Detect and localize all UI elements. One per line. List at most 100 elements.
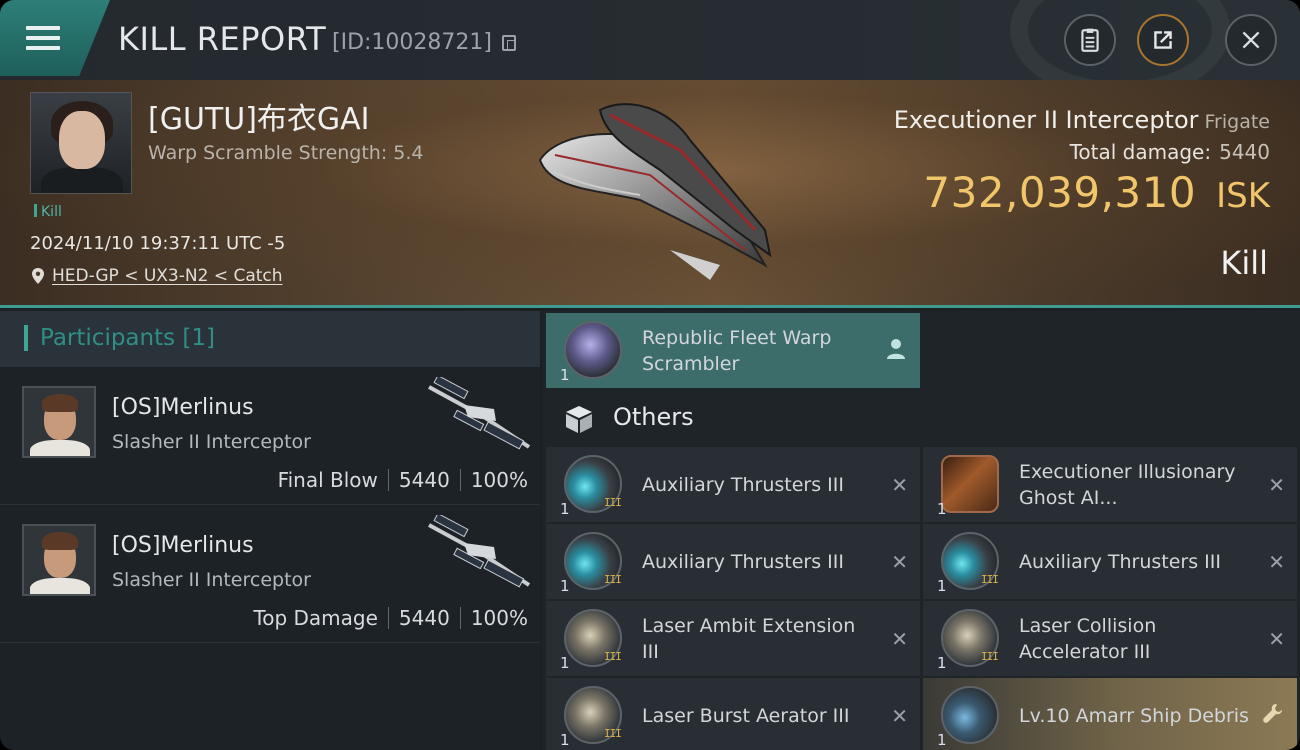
warp-scramble-strength: Warp Scramble Strength: 5.4 — [148, 142, 424, 164]
menu-button[interactable] — [0, 0, 110, 76]
warp-scrambler-icon — [564, 321, 622, 379]
victim-banner: [GUTU]布衣GAI Warp Scramble Strength: 5.4 … — [0, 80, 1300, 308]
participant-row[interactable]: [OS]Merlinus Slasher II Interceptor Fina… — [0, 367, 540, 505]
item-qty: 1 — [937, 654, 947, 672]
destroyed-icon: ✕ — [1268, 550, 1285, 574]
participants-header: Participants [1] — [0, 311, 540, 367]
cube-icon — [566, 406, 592, 433]
share-icon — [1154, 31, 1172, 49]
total-damage-value: 5440 — [1219, 140, 1270, 164]
isk-unit: ISK — [1216, 176, 1270, 216]
participant-role: Top Damage — [253, 606, 378, 630]
item-slot[interactable]: III 1 Auxiliary Thrusters III ✕ — [923, 524, 1297, 599]
ship-name-text: Executioner II Interceptor — [893, 106, 1199, 134]
kill-datetime: 2024/11/10 19:37:11 UTC -5 — [30, 233, 286, 254]
item-name: Auxiliary Thrusters III — [1019, 550, 1221, 573]
item-slot[interactable]: III 1 Laser Collision Accelerator III ✕ — [923, 601, 1297, 676]
clipboard-button[interactable] — [1064, 14, 1116, 66]
grade-badge: III — [981, 573, 999, 586]
item-qty: 1 — [937, 500, 947, 518]
close-button[interactable] — [1225, 14, 1277, 66]
page-title: KILL REPORT — [118, 20, 327, 58]
participant-stats: Final Blow 5440 100% — [278, 468, 528, 492]
participant-name: [OS]Merlinus — [112, 395, 254, 420]
participants-panel: Participants [1] [OS]Merlinus Slasher II… — [0, 311, 540, 750]
items-panel: 1 Republic Fleet Warp Scrambler Others I… — [543, 311, 1300, 750]
participant-damage: 5440 — [398, 468, 450, 492]
item-slot[interactable]: 1 Executioner Illusionary Ghost AI... ✕ — [923, 447, 1297, 522]
participant-ship-icon — [428, 377, 531, 450]
item-name: Laser Burst Aerator III — [642, 704, 850, 727]
grade-badge: III — [981, 650, 999, 663]
item-slot[interactable]: III 1 Laser Ambit Extension III ✕ — [546, 601, 920, 676]
participant-ship-icon — [428, 515, 531, 588]
item-qty: 1 — [560, 366, 570, 384]
item-slot[interactable]: III 1 Laser Burst Aerator III ✕ — [546, 678, 920, 750]
total-damage: Total damage: 5440 — [1070, 140, 1270, 164]
destroyed-icon: ✕ — [1268, 627, 1285, 651]
location-link[interactable]: HED-GP < UX3-N2 < Catch — [52, 266, 283, 286]
participant-role: Final Blow — [277, 468, 378, 492]
item-slot[interactable]: 1 Lv.10 Amarr Ship Debris — [923, 678, 1297, 750]
participant-stats: Top Damage 5440 100% — [253, 606, 528, 630]
item-qty: 1 — [937, 731, 947, 749]
item-name: Auxiliary Thrusters III — [642, 473, 844, 496]
item-qty: 1 — [560, 500, 570, 518]
copy-icon[interactable] — [502, 35, 516, 51]
victim-name: [GUTU]布衣GAI — [148, 102, 370, 137]
ship-debris-icon — [941, 686, 999, 744]
destroyed-icon: ✕ — [891, 704, 908, 728]
item-name: Republic Fleet Warp Scrambler — [642, 326, 832, 375]
others-label: Others — [613, 403, 694, 431]
destroyed-icon: ✕ — [891, 550, 908, 574]
participant-percent: 100% — [470, 468, 528, 492]
participant-avatar — [22, 524, 96, 596]
header-bar: KILL REPORT [ID:10028721] — [0, 0, 1300, 100]
isk-amount: 732,039,310 — [923, 168, 1197, 217]
clipboard-icon — [1081, 28, 1099, 52]
item-name: Laser Ambit Extension III — [642, 614, 856, 663]
ship-render-icon — [538, 103, 772, 280]
user-icon — [887, 339, 905, 359]
kill-tag: Kill — [34, 204, 62, 220]
featured-item[interactable]: 1 Republic Fleet Warp Scrambler — [546, 313, 920, 388]
close-icon — [1242, 31, 1260, 49]
item-name: Auxiliary Thrusters III — [642, 550, 844, 573]
isk-value: 732,039,310 ISK — [923, 168, 1270, 217]
participant-damage: 5440 — [398, 606, 450, 630]
participant-name: [OS]Merlinus — [112, 533, 254, 558]
participants-count: [1] — [182, 325, 216, 351]
location-pin-icon — [32, 268, 44, 284]
participant-avatar — [22, 386, 96, 458]
item-name: Lv.10 Amarr Ship Debris — [1019, 704, 1249, 727]
wrench-icon — [1263, 704, 1282, 723]
participant-row[interactable]: [OS]Merlinus Slasher II Interceptor Top … — [0, 505, 540, 643]
item-qty: 1 — [560, 731, 570, 749]
item-name: Executioner Illusionary Ghost AI... — [1019, 460, 1236, 509]
destroyed-icon: ✕ — [1268, 473, 1285, 497]
kill-id: [ID:10028721] — [332, 30, 492, 55]
grade-badge: III — [604, 496, 622, 509]
others-header: Others — [543, 389, 917, 447]
ai-chip-icon — [941, 455, 999, 513]
participant-ship: Slasher II Interceptor — [112, 431, 311, 453]
ship-name: Executioner II Interceptor Frigate — [894, 106, 1270, 134]
grade-badge: III — [604, 650, 622, 663]
item-slot[interactable]: III 1 Auxiliary Thrusters III ✕ — [546, 447, 920, 522]
destroyed-icon: ✕ — [891, 627, 908, 651]
kill-report-screen: KILL REPORT [ID:10028721] [GUTU]布衣GAI Wa… — [0, 0, 1300, 750]
participants-title: Participants — [40, 325, 176, 351]
share-button[interactable] — [1137, 14, 1189, 66]
item-qty: 1 — [560, 577, 570, 595]
participant-ship: Slasher II Interceptor — [112, 569, 311, 591]
total-damage-label: Total damage: — [1069, 140, 1212, 164]
victim-avatar — [30, 92, 132, 194]
item-name: Laser Collision Accelerator III — [1019, 614, 1157, 663]
item-slot[interactable]: III 1 Auxiliary Thrusters III ✕ — [546, 524, 920, 599]
result-label: Kill — [1220, 244, 1268, 282]
ship-class: Frigate — [1204, 111, 1270, 133]
destroyed-icon: ✕ — [891, 473, 908, 497]
item-qty: 1 — [937, 577, 947, 595]
item-qty: 1 — [560, 654, 570, 672]
grade-badge: III — [604, 727, 622, 740]
